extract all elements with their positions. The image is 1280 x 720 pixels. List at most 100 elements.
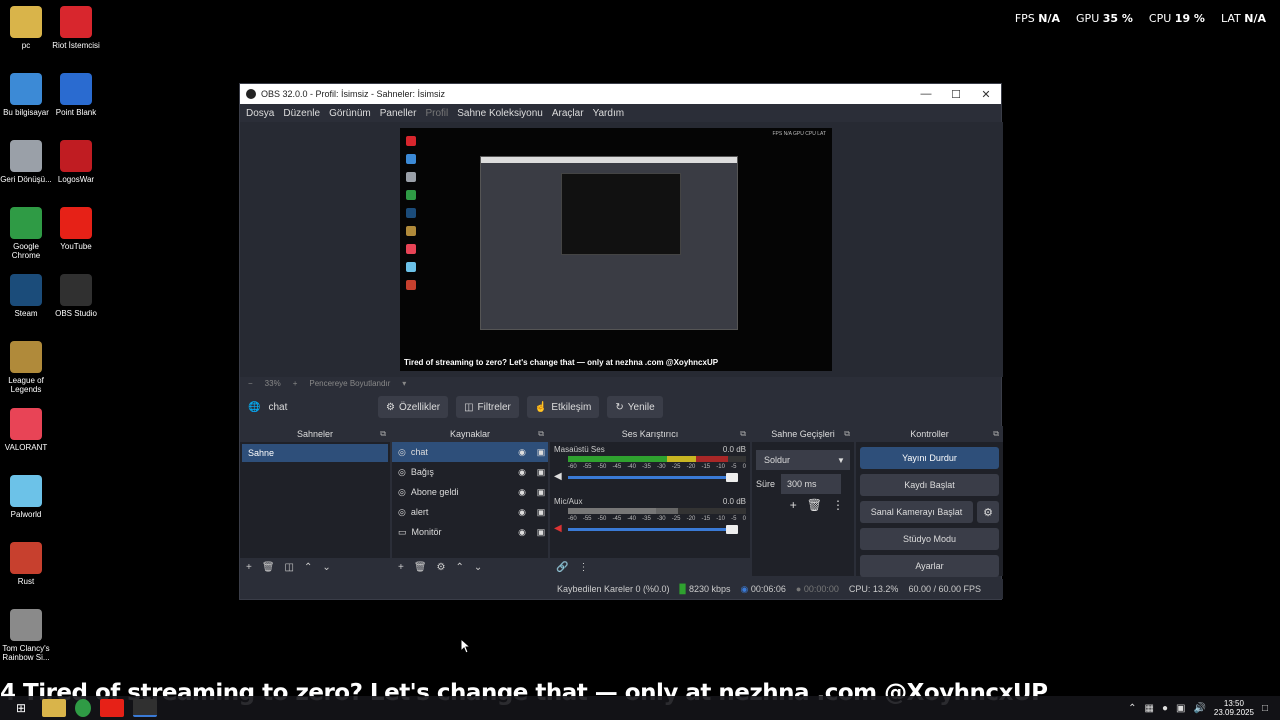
undock-icon[interactable]: ⧉ [538, 426, 544, 442]
gear-icon[interactable]: ⚙ [437, 562, 446, 573]
menu-item[interactable]: Araçlar [552, 108, 584, 119]
trash-icon[interactable]: 🗑 [414, 562, 427, 573]
minimize-icon[interactable]: — [911, 88, 941, 100]
menu-item[interactable]: Düzenle [283, 108, 320, 119]
desktop-icon[interactable]: YouTube [50, 207, 102, 251]
refresh-button[interactable]: ↻ Yenile [607, 396, 663, 418]
undock-icon[interactable]: ⧉ [844, 426, 850, 442]
menu-item[interactable]: Profil [425, 108, 448, 119]
scene-item[interactable]: Sahne [242, 444, 388, 462]
filters-button[interactable]: ◫ Filtreler [456, 396, 519, 418]
title-bar[interactable]: OBS 32.0.0 - Profil: İsimsiz - Sahneler:… [240, 84, 1001, 104]
stop-stream-button[interactable]: Yayını Durdur [860, 447, 999, 469]
menu-item[interactable]: Görünüm [329, 108, 371, 119]
move-up-icon[interactable]: ⌃ [304, 562, 312, 573]
obs-icon[interactable] [133, 699, 157, 717]
undock-icon[interactable]: ⧉ [380, 426, 386, 442]
trash-icon[interactable]: 🗑 [262, 562, 275, 573]
eye-icon[interactable]: ◉ [515, 487, 529, 498]
source-item[interactable]: ◎ chat ◉ ▣ [392, 442, 548, 462]
close-icon[interactable]: ✕ [971, 88, 1001, 101]
zoom-out-icon[interactable]: − [248, 379, 253, 388]
link-icon[interactable]: 🔗 [556, 562, 568, 573]
move-down-icon[interactable]: ⌄ [474, 562, 482, 573]
lock-icon[interactable]: ▣ [534, 527, 548, 538]
desktop-icon[interactable]: LogosWar [50, 140, 102, 184]
studio-mode-button[interactable]: Stüdyo Modu [860, 528, 999, 550]
undock-icon[interactable]: ⧉ [740, 426, 746, 442]
scene-filter-icon[interactable]: ◫ [285, 562, 294, 573]
menu-item[interactable]: Yardım [593, 108, 625, 119]
lock-icon[interactable]: ▣ [534, 507, 548, 518]
trash-icon[interactable]: 🗑 [807, 498, 822, 512]
desktop-icon-label: OBS Studio [55, 309, 97, 318]
zoom-in-icon[interactable]: + [293, 379, 298, 388]
undock-icon[interactable]: ⧉ [993, 426, 999, 442]
notification-icon[interactable]: □ [1262, 703, 1268, 714]
desktop-icon[interactable]: OBS Studio [50, 274, 102, 318]
desktop-icon[interactable]: Point Blank [50, 73, 102, 117]
start-icon[interactable]: ⊞ [9, 699, 33, 717]
lock-icon[interactable]: ▣ [534, 487, 548, 498]
lock-icon[interactable]: ▣ [534, 467, 548, 478]
network-icon[interactable]: ▦ [1145, 703, 1154, 714]
more-icon[interactable]: ⋮ [578, 562, 588, 573]
eye-icon[interactable]: ◉ [515, 527, 529, 538]
properties-label: Özellikler [398, 401, 441, 413]
add-icon[interactable]: + [790, 498, 797, 512]
move-down-icon[interactable]: ⌄ [322, 562, 330, 573]
start-recording-button[interactable]: Kaydı Başlat [860, 474, 999, 496]
source-item[interactable]: ◎ Abone geldi ◉ ▣ [392, 482, 548, 502]
desktop-icon[interactable]: VALORANT [0, 408, 52, 452]
chevron-up-icon[interactable]: ⌃ [1128, 703, 1136, 714]
monitor-icon[interactable]: ▣ [1176, 703, 1185, 714]
desktop-icon[interactable]: Palworld [0, 475, 52, 519]
lock-icon[interactable]: ▣ [534, 447, 548, 458]
settings-button[interactable]: Ayarlar [860, 555, 999, 577]
start-virtual-camera-button[interactable]: Sanal Kamerayı Başlat [860, 501, 973, 523]
fit-dropdown-icon[interactable]: ▾ [402, 379, 406, 388]
volume-icon[interactable]: 🔊 [1193, 703, 1205, 714]
source-item[interactable]: ◎ Bağış ◉ ▣ [392, 462, 548, 482]
desktop-icon[interactable]: Geri Dönüşü... [0, 140, 52, 184]
clock[interactable]: 13:50 23.09.2025 [1214, 699, 1254, 717]
menu-item[interactable]: Paneller [380, 108, 417, 119]
eye-icon[interactable]: ◉ [515, 447, 529, 458]
desktop-icon[interactable]: Bu bilgisayar [0, 73, 52, 117]
desktop-icon[interactable]: pc [0, 6, 52, 50]
cpu-label: CPU [1148, 12, 1172, 25]
chrome-icon[interactable] [75, 699, 91, 717]
interact-button[interactable]: ☝ Etkileşim [526, 396, 600, 418]
microphone-icon[interactable]: ● [1162, 703, 1168, 714]
properties-button[interactable]: ⚙ Özellikler [378, 396, 449, 418]
maximize-icon[interactable]: ☐ [941, 88, 971, 101]
muted-speaker-icon[interactable]: ◀ [554, 523, 562, 534]
menu-item[interactable]: Sahne Koleksiyonu [457, 108, 543, 119]
eye-icon[interactable]: ◉ [515, 467, 529, 478]
gear-icon[interactable]: ⚙ [977, 501, 999, 523]
source-item[interactable]: ▭ Monitör ◉ ▣ [392, 522, 548, 542]
duration-spinbox[interactable]: 300 ms [781, 474, 842, 494]
source-item[interactable]: ◎ alert ◉ ▣ [392, 502, 548, 522]
desktop-icon[interactable]: Google Chrome [0, 207, 52, 260]
desktop-icon[interactable]: League of Legends [0, 341, 52, 394]
more-icon[interactable]: ⋮ [832, 498, 844, 512]
move-up-icon[interactable]: ⌃ [456, 562, 464, 573]
desktop-icon[interactable]: Riot İstemcisi [50, 6, 102, 50]
volume-slider[interactable] [568, 525, 738, 534]
youtube-icon[interactable] [100, 699, 124, 717]
menu-item[interactable]: Dosya [246, 108, 274, 119]
eye-icon[interactable]: ◉ [515, 507, 529, 518]
desktop-icon[interactable]: Steam [0, 274, 52, 318]
file-explorer-icon[interactable] [42, 699, 66, 717]
add-icon[interactable]: + [246, 562, 252, 573]
add-icon[interactable]: + [398, 562, 404, 573]
program-preview[interactable]: FPS N/A GPU CPU LAT Tired of streaming t… [400, 128, 832, 371]
desktop-icon[interactable]: Rust [0, 542, 52, 586]
volume-slider[interactable] [568, 473, 738, 482]
transition-select[interactable]: Soldur ▼ [756, 450, 850, 470]
meter-tick: -10 [716, 516, 725, 522]
fit-window-label[interactable]: Pencereye Boyutlandır [309, 379, 390, 388]
desktop-icon[interactable]: Tom Clancy's Rainbow Si... [0, 609, 52, 662]
speaker-icon[interactable]: ◀ [554, 471, 562, 482]
